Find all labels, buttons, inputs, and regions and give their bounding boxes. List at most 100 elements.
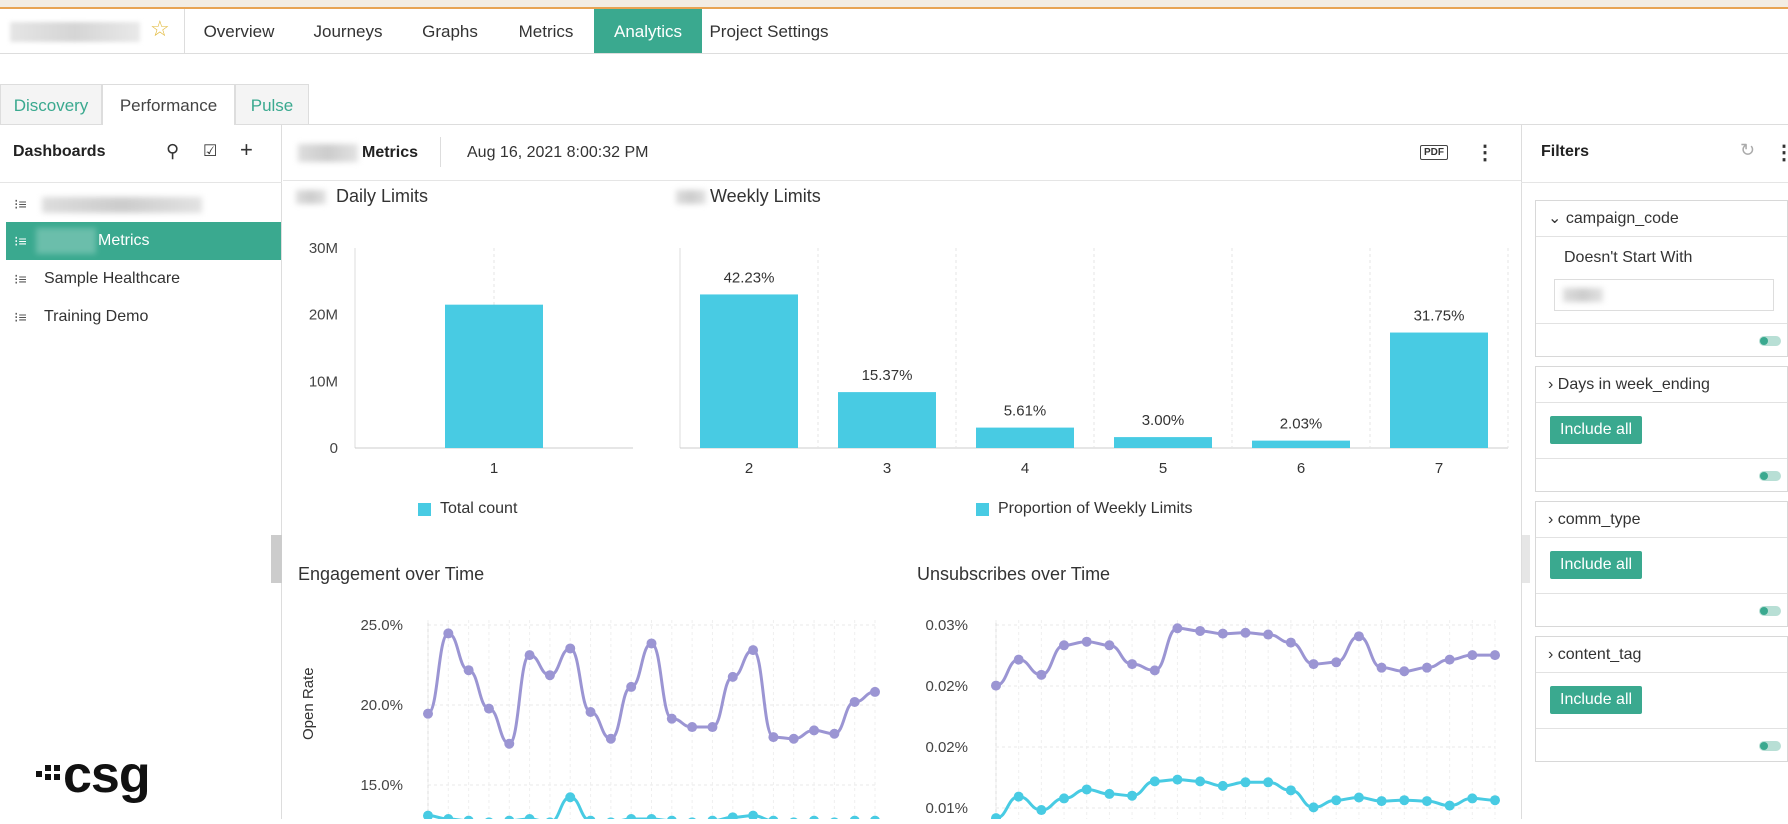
unsubscribes-point[interactable] [1149, 776, 1160, 787]
weekly-bar[interactable] [700, 294, 798, 448]
unsubscribes-point[interactable] [1285, 637, 1296, 648]
unsubscribes-point[interactable] [1308, 802, 1319, 813]
unsubscribes-point[interactable] [1172, 774, 1183, 785]
engagement-point[interactable] [809, 725, 820, 736]
engagement-point[interactable] [727, 671, 738, 682]
weekly-bar[interactable] [1114, 437, 1212, 448]
tab-metrics[interactable]: Metrics [498, 9, 594, 53]
left-pane-resize-handle[interactable] [271, 535, 282, 583]
reset-icon[interactable]: ↻ [1740, 140, 1755, 161]
unsubscribes-point[interactable] [1104, 640, 1115, 651]
weekly-bar[interactable] [976, 427, 1074, 448]
unsubscribes-point[interactable] [1421, 662, 1432, 673]
unsubscribes-point[interactable] [1263, 629, 1274, 640]
filter-header[interactable]: ⌄ campaign_code [1536, 201, 1787, 237]
daily-bar[interactable] [445, 304, 543, 448]
filter-toggle[interactable] [1759, 471, 1781, 481]
tab-journeys[interactable]: Journeys [294, 9, 402, 53]
unsubscribes-point[interactable] [1399, 795, 1410, 806]
filter-value-input[interactable] [1554, 279, 1774, 311]
filter-toggle[interactable] [1759, 606, 1781, 616]
unsubscribes-point[interactable] [1036, 669, 1047, 680]
unsubscribes-point[interactable] [1195, 625, 1206, 636]
engagement-point[interactable] [829, 728, 840, 739]
filter-header[interactable]: › Days in week_ending [1536, 367, 1787, 403]
unsubscribes-point[interactable] [1127, 790, 1138, 801]
unsubscribes-point[interactable] [1285, 785, 1296, 796]
engagement-point[interactable] [565, 792, 576, 803]
engagement-point[interactable] [585, 706, 596, 717]
engagement-point[interactable] [504, 738, 515, 749]
weekly-bar[interactable] [838, 392, 936, 448]
unsubscribes-point[interactable] [1331, 795, 1342, 806]
unsubscribes-point[interactable] [1104, 788, 1115, 799]
unsubscribes-point[interactable] [1149, 665, 1160, 676]
tab-overview[interactable]: Overview [184, 9, 294, 53]
unsubscribes-point[interactable] [991, 680, 1001, 691]
engagement-point[interactable] [727, 812, 738, 823]
filter-toggle[interactable] [1759, 336, 1781, 346]
unsubscribes-point[interactable] [1308, 659, 1319, 670]
more-options-icon[interactable]: ⋮ [1475, 140, 1495, 165]
engagement-point[interactable] [463, 665, 474, 676]
weekly-bar[interactable] [1390, 332, 1488, 448]
engagement-point[interactable] [524, 650, 535, 661]
subtab-pulse[interactable]: Pulse [235, 84, 309, 124]
filter-header[interactable]: › content_tag [1536, 637, 1787, 673]
engagement-point[interactable] [443, 628, 454, 639]
include-all-button[interactable]: Include all [1550, 416, 1643, 444]
subtab-performance[interactable]: Performance [102, 84, 235, 125]
unsubscribes-point[interactable] [1217, 628, 1228, 639]
unsubscribes-point[interactable] [1036, 805, 1047, 816]
unsubscribes-point[interactable] [1490, 650, 1500, 661]
engagement-point[interactable] [707, 722, 718, 733]
engagement-point[interactable] [788, 733, 799, 744]
unsubscribes-point[interactable] [1353, 792, 1364, 803]
filter-header[interactable]: › comm_type [1536, 502, 1787, 538]
unsubscribes-point[interactable] [1467, 650, 1478, 661]
engagement-point[interactable] [626, 814, 637, 824]
engagement-point[interactable] [423, 708, 433, 719]
unsubscribes-point[interactable] [1172, 623, 1183, 634]
search-icon[interactable]: ⚲ [166, 141, 179, 162]
unsubscribes-point[interactable] [1490, 795, 1500, 806]
engagement-point[interactable] [483, 703, 494, 714]
engagement-point[interactable] [423, 810, 433, 821]
engagement-point[interactable] [748, 810, 759, 821]
engagement-point[interactable] [605, 733, 616, 744]
engagement-point[interactable] [544, 670, 555, 681]
unsubscribes-point[interactable] [1081, 784, 1092, 795]
sidebar-item-training-demo[interactable]: ⁝≡ Training Demo [6, 298, 281, 336]
engagement-point[interactable] [524, 814, 535, 824]
engagement-point[interactable] [646, 814, 657, 824]
include-all-button[interactable]: Include all [1550, 686, 1643, 714]
tab-analytics[interactable]: Analytics [594, 9, 702, 53]
engagement-point[interactable] [626, 681, 637, 692]
sidebar-item-1[interactable]: ⁝≡ [6, 185, 281, 223]
unsubscribes-point[interactable] [1059, 793, 1070, 804]
unsubscribes-point[interactable] [1263, 777, 1274, 788]
unsubscribes-point[interactable] [991, 813, 1001, 824]
unsubscribes-point[interactable] [1013, 654, 1024, 665]
unsubscribes-point[interactable] [1399, 666, 1410, 677]
unsubscribes-point[interactable] [1376, 662, 1387, 673]
pdf-export-icon[interactable]: PDF [1420, 145, 1448, 160]
engagement-point[interactable] [849, 696, 860, 707]
engagement-point[interactable] [870, 686, 880, 697]
weekly-bar[interactable] [1252, 440, 1350, 448]
engagement-point[interactable] [687, 722, 698, 733]
tab-project-settings[interactable]: Project Settings [702, 9, 836, 53]
engagement-point[interactable] [768, 732, 779, 743]
checklist-icon[interactable]: ☑ [203, 141, 217, 161]
project-name-blurred[interactable] [10, 22, 140, 42]
unsubscribes-point[interactable] [1421, 796, 1432, 807]
engagement-point[interactable] [443, 814, 454, 824]
sidebar-item-sample-healthcare[interactable]: ⁝≡ Sample Healthcare [6, 260, 281, 298]
subtab-discovery[interactable]: Discovery [0, 84, 102, 124]
unsubscribes-point[interactable] [1467, 793, 1478, 804]
engagement-point[interactable] [646, 638, 657, 649]
unsubscribes-point[interactable] [1240, 777, 1251, 788]
engagement-point[interactable] [748, 645, 759, 656]
unsubscribes-point[interactable] [1240, 627, 1251, 638]
add-icon[interactable]: + [240, 137, 253, 163]
